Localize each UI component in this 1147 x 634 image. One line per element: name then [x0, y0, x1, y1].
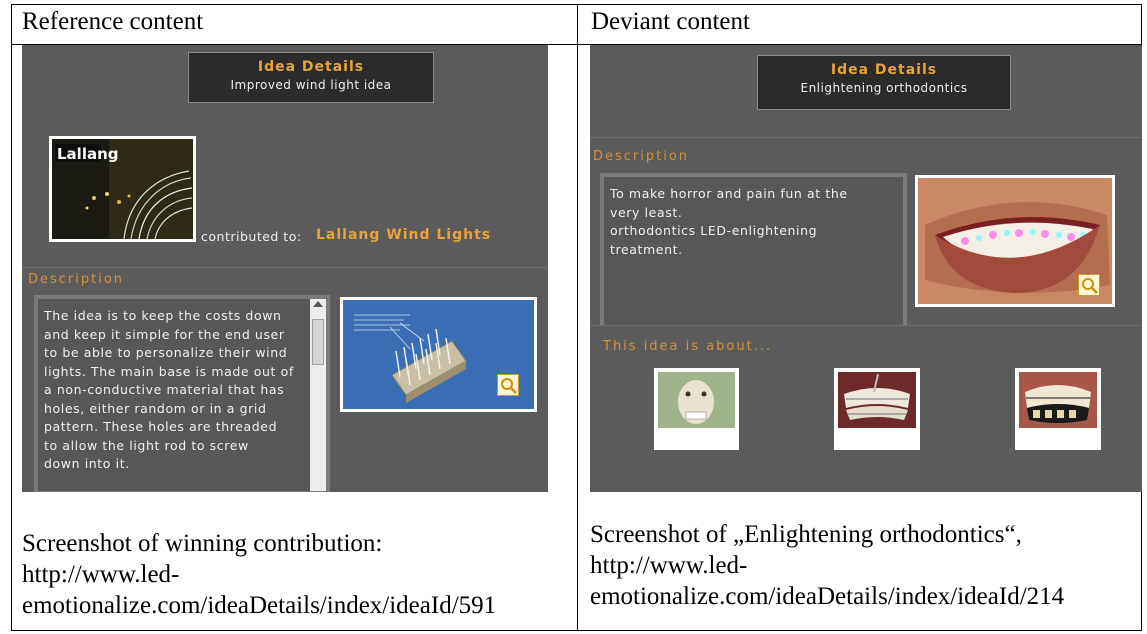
caption-line: Screenshot of winning contribution: [22, 530, 383, 557]
caption-line: http://www.led- [22, 561, 180, 588]
idea-subtitle: Improved wind light idea [230, 78, 392, 92]
related-thumbnail[interactable] [654, 368, 739, 450]
description-line: to allow the light rod to screw [44, 437, 249, 453]
description-textbox[interactable]: To make horror and pain fun at the very l… [600, 173, 907, 325]
scroll-thumb[interactable] [312, 319, 324, 365]
description-textbox[interactable]: The idea is to keep the costs down and ke… [34, 295, 330, 492]
description-line: to be able to personalize their wind [44, 345, 288, 360]
idea-title: Idea Details [830, 62, 938, 78]
related-thumbnail[interactable] [1015, 368, 1101, 450]
caption-line: Screenshot of „Enlightening orthodontics… [590, 521, 1022, 548]
description-line: To make horror and pain fun at the [610, 186, 848, 201]
idea-subtitle: Enlightening orthodontics [800, 81, 968, 95]
right-screenshot: Idea Details Enlightening orthodontics D… [590, 45, 1142, 492]
description-line: treatment. [610, 241, 683, 257]
lallang-image: Lallang [52, 139, 193, 240]
goat-image [658, 372, 735, 428]
scrollbar[interactable] [310, 299, 326, 491]
right-caption: Screenshot of „Enlightening orthodontics… [590, 519, 1064, 612]
related-thumbnail[interactable] [834, 368, 920, 450]
idea-title: Idea Details [257, 59, 365, 75]
contribution-thumbnail[interactable]: Lallang [49, 136, 196, 242]
description-image[interactable] [340, 297, 537, 412]
zoom-icon[interactable] [497, 374, 519, 396]
about-label: This idea is about... [603, 339, 773, 354]
zoom-icon[interactable] [1078, 274, 1100, 296]
section-divider [22, 267, 548, 268]
caption-line: http://www.led- [590, 552, 748, 579]
description-line: pattern. These holes are threaded [44, 419, 278, 434]
scroll-up-icon[interactable] [313, 301, 323, 307]
braces-teeth-image [1019, 372, 1097, 428]
description-line: holes, either random or in a grid [44, 400, 267, 416]
contributed-target-link[interactable]: Lallang Wind Lights [316, 227, 491, 243]
right-column-header: Deviant content [591, 8, 750, 35]
description-line: orthodontics LED-enlightening [610, 223, 818, 238]
idea-title-box: Idea Details Enlightening orthodontics [757, 55, 1011, 110]
section-divider [590, 325, 1142, 326]
description-text: To make horror and pain fun at the very l… [610, 185, 897, 259]
description-image[interactable] [915, 175, 1115, 307]
description-line: very least. [610, 204, 683, 220]
description-label: Description [593, 149, 690, 164]
section-divider [590, 137, 1142, 138]
description-line: lights. The main base is made out of [44, 363, 294, 379]
contributed-label: contributed to: [201, 229, 302, 244]
caption-line: emotionalize.com/ideaDetails/index/ideaI… [22, 592, 497, 619]
column-divider [577, 4, 578, 631]
description-text: The idea is to keep the costs down and ke… [44, 307, 320, 474]
left-column-header: Reference content [22, 8, 204, 35]
description-line: a non-conductive material that has [44, 382, 285, 397]
description-line: The idea is to keep the costs down [44, 308, 282, 323]
left-screenshot: Idea Details Improved wind light idea La… [22, 45, 548, 492]
braces-closeup-image [838, 372, 916, 428]
idea-title-box: Idea Details Improved wind light idea [188, 52, 434, 103]
description-line: and keep it simple for the end user [44, 326, 285, 342]
left-caption: Screenshot of winning contribution: http… [22, 528, 496, 621]
caption-line: emotionalize.com/ideaDetails/index/ideaI… [590, 583, 1065, 610]
description-line: down into it. [44, 456, 130, 471]
description-label: Description [28, 272, 125, 287]
logo-text: Lallang [57, 145, 119, 163]
